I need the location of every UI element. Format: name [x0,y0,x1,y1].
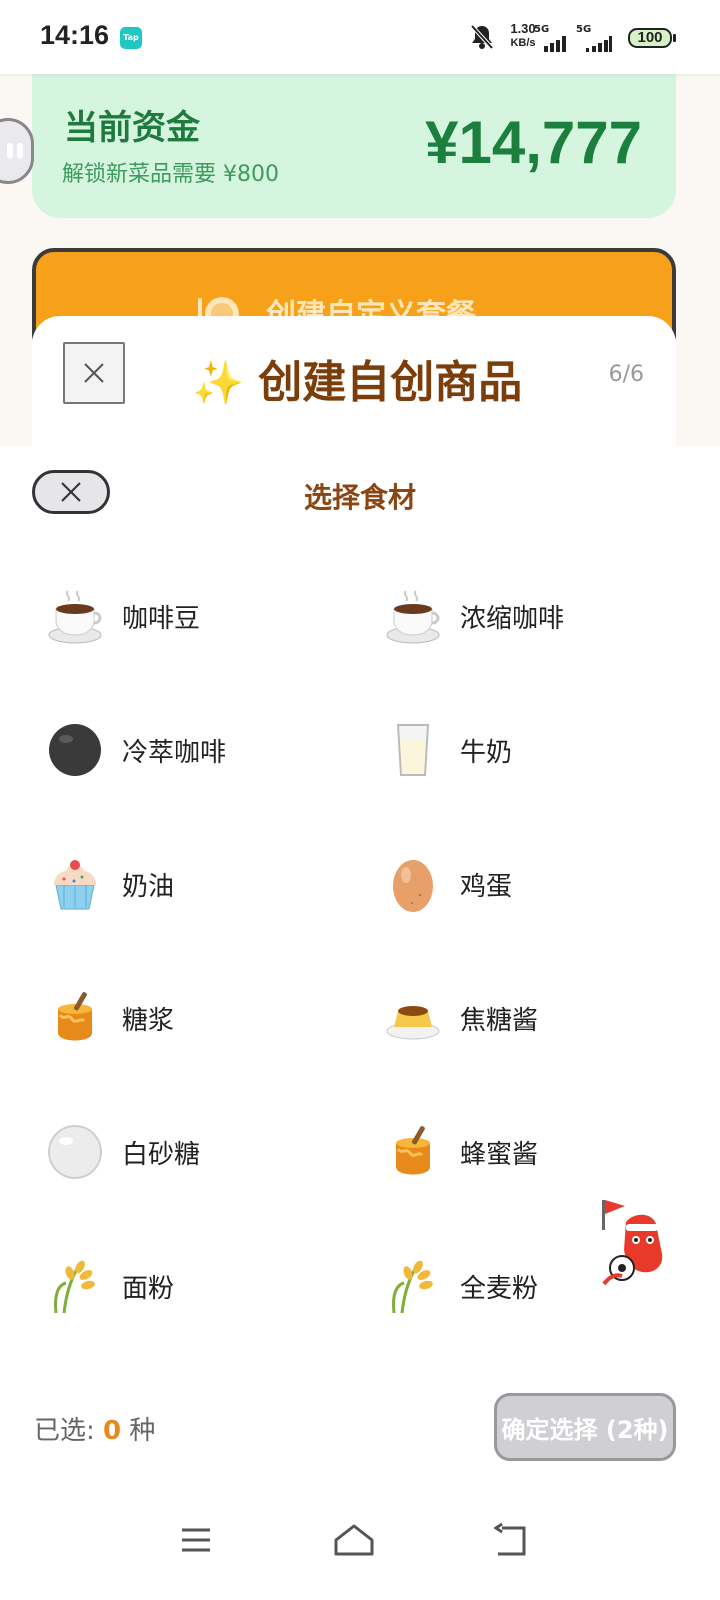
milk-glass-icon [396,724,430,776]
ingredient-item[interactable]: 蜂蜜酱 [338,1102,658,1202]
ingredient-name: 奶油 [122,871,175,902]
menu-icon[interactable] [166,1510,226,1570]
wheat-icon [392,1260,433,1314]
ingredient-name: 蜂蜜酱 [460,1139,539,1170]
close-icon [84,363,104,383]
mascot-float-icon[interactable] [596,1196,688,1288]
status-bar: 14:16 Tap 1.30 KB/s 5G 5G 100 [0,0,720,74]
unlock-cost-text: 解锁新菜品需要 ¥800 [62,162,279,187]
funds-title: 当前资金 [64,108,200,148]
confirm-selection-button[interactable]: 确定选择 (2种) [494,1393,676,1461]
ingredient-name: 牛奶 [460,737,513,768]
ingredient-name: 全麦粉 [460,1273,539,1304]
cupcake-icon [54,860,96,910]
black-circle-icon [49,724,101,776]
sparkles-icon: ✨ [192,358,245,407]
system-nav-bar [0,1490,720,1600]
funds-amount: ¥14,777 [425,109,642,176]
create-product-modal: ✨ 创建自创商品 6/6 [32,316,676,456]
status-time: 14:16 [40,20,110,50]
home-icon[interactable] [324,1510,384,1570]
picker-title: 选择食材 [303,481,416,514]
ingredient-item[interactable]: 白砂糖 [0,1102,320,1202]
selected-count: 0 [103,1416,122,1446]
ingredient-item[interactable]: 焦糖酱 [338,968,658,1068]
honey-pot-icon [396,1126,430,1175]
ingredient-item[interactable]: 牛奶 [338,700,658,800]
back-icon[interactable] [482,1510,542,1570]
ingredient-name: 白砂糖 [122,1139,201,1170]
ingredient-item[interactable]: 奶油 [0,834,320,934]
ingredient-name: 鸡蛋 [460,871,513,902]
ingredient-name: 糖浆 [122,1005,175,1036]
ingredient-item[interactable]: 浓缩咖啡 [338,566,658,666]
selected-count-text: 已选: 0 种 [34,1416,156,1446]
ingredient-item[interactable]: 咖啡豆 [0,566,320,666]
white-circle-icon [48,1125,102,1179]
egg-icon [393,860,433,912]
floating-assist-button[interactable] [0,118,34,184]
honey-pot-icon [58,992,92,1041]
modal-title: ✨ 创建自创商品 [192,357,523,408]
ingredient-name: 冷萃咖啡 [122,737,227,768]
bell-muted-icon [470,24,494,50]
coffee-cup-icon [48,590,102,644]
coffee-cup-icon [386,590,440,644]
battery-icon: 100 [628,28,676,48]
modal-close-button[interactable] [63,342,125,404]
ingredient-item[interactable]: 面粉 [0,1236,320,1336]
ingredient-name: 面粉 [122,1273,175,1304]
ingredient-item[interactable]: 糖浆 [0,968,320,1068]
tap-app-icon: Tap [120,27,142,49]
ingredient-item[interactable]: 鸡蛋 [338,834,658,934]
wheat-icon [54,1260,95,1314]
custard-icon [386,1006,440,1040]
step-indicator: 6/6 [608,362,644,387]
funds-card: 当前资金 解锁新菜品需要 ¥800 ¥14,777 [32,68,676,218]
ingredient-name: 焦糖酱 [460,1005,539,1036]
ingredient-name: 浓缩咖啡 [460,603,565,634]
ingredient-name: 咖啡豆 [122,603,201,634]
ingredient-item[interactable]: 冷萃咖啡 [0,700,320,800]
